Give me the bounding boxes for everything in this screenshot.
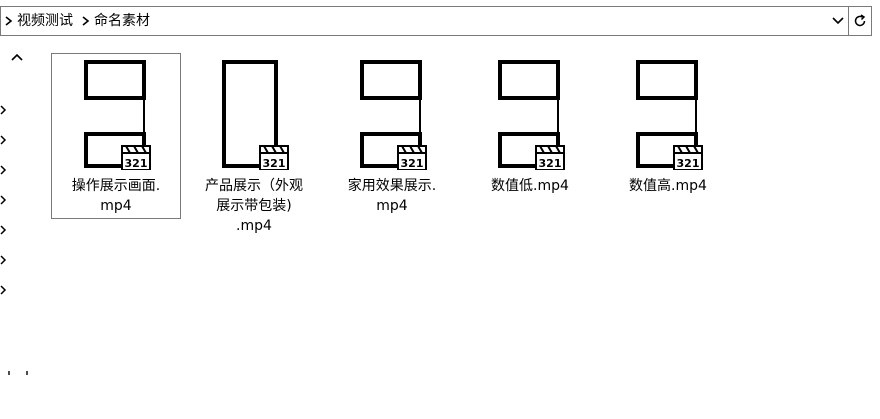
file-item[interactable]: 321 操作展示画面. mp4 bbox=[51, 53, 181, 219]
expand-chevron-icon[interactable] bbox=[0, 280, 8, 295]
svg-text:321: 321 bbox=[263, 157, 286, 170]
file-name: 操作展示画面. mp4 bbox=[71, 178, 161, 214]
svg-text:321: 321 bbox=[677, 157, 700, 170]
file-item[interactable]: 321 数值低.mp4 bbox=[465, 53, 595, 219]
video-file-icon: 321 bbox=[673, 145, 703, 170]
expand-chevron-icon[interactable] bbox=[0, 160, 8, 175]
video-file-icon: 321 bbox=[259, 145, 289, 170]
svg-text:321: 321 bbox=[125, 157, 148, 170]
video-thumbnail: 321 bbox=[636, 60, 703, 170]
file-item[interactable]: 321 家用效果展示. mp4 bbox=[327, 53, 457, 219]
expand-chevron-icon[interactable] bbox=[0, 220, 8, 235]
chevron-right-icon[interactable] bbox=[1, 7, 17, 35]
breadcrumb: 视频测试 命名素材 bbox=[1, 7, 155, 35]
chevron-right-icon[interactable] bbox=[78, 7, 94, 35]
file-name: 数值高.mp4 bbox=[629, 178, 707, 194]
address-bar[interactable]: 视频测试 命名素材 bbox=[0, 6, 872, 36]
file-name: 数值低.mp4 bbox=[491, 178, 569, 194]
video-file-icon: 321 bbox=[535, 145, 565, 170]
navigation-pane bbox=[0, 44, 32, 375]
file-name: 家用效果展示. mp4 bbox=[347, 178, 437, 214]
video-thumbnail: 321 bbox=[84, 60, 151, 170]
video-frame-top bbox=[84, 60, 146, 100]
video-thumbnail: 321 bbox=[222, 60, 289, 170]
expand-chevron-icon[interactable] bbox=[0, 130, 8, 145]
svg-text:321: 321 bbox=[401, 157, 424, 170]
video-thumbnail: 321 bbox=[498, 60, 565, 170]
video-file-icon: 321 bbox=[121, 145, 151, 170]
resize-corner-icon bbox=[8, 364, 28, 375]
video-frame-top bbox=[498, 60, 560, 100]
file-item[interactable]: 321 数值高.mp4 bbox=[603, 53, 733, 219]
expand-chevron-icon[interactable] bbox=[0, 190, 8, 205]
video-frame-top bbox=[636, 60, 698, 100]
scroll-up-icon[interactable] bbox=[10, 50, 24, 64]
expand-chevron-icon[interactable] bbox=[0, 100, 8, 115]
breadcrumb-item-naming-assets[interactable]: 命名素材 bbox=[94, 7, 155, 35]
chevron-down-icon[interactable] bbox=[827, 7, 849, 35]
file-name: 产品展示（外观 展示带包装) .mp4 bbox=[205, 178, 303, 234]
video-thumbnail: 321 bbox=[360, 60, 427, 170]
file-item[interactable]: 321 产品展示（外观 展示带包装) .mp4 bbox=[189, 53, 319, 234]
svg-text:321: 321 bbox=[539, 157, 562, 170]
video-frame-top bbox=[360, 60, 422, 100]
expand-chevron-icon[interactable] bbox=[0, 250, 8, 265]
video-file-icon: 321 bbox=[397, 145, 427, 170]
breadcrumb-item-video-test[interactable]: 视频测试 bbox=[17, 7, 78, 35]
refresh-icon[interactable] bbox=[848, 7, 871, 35]
